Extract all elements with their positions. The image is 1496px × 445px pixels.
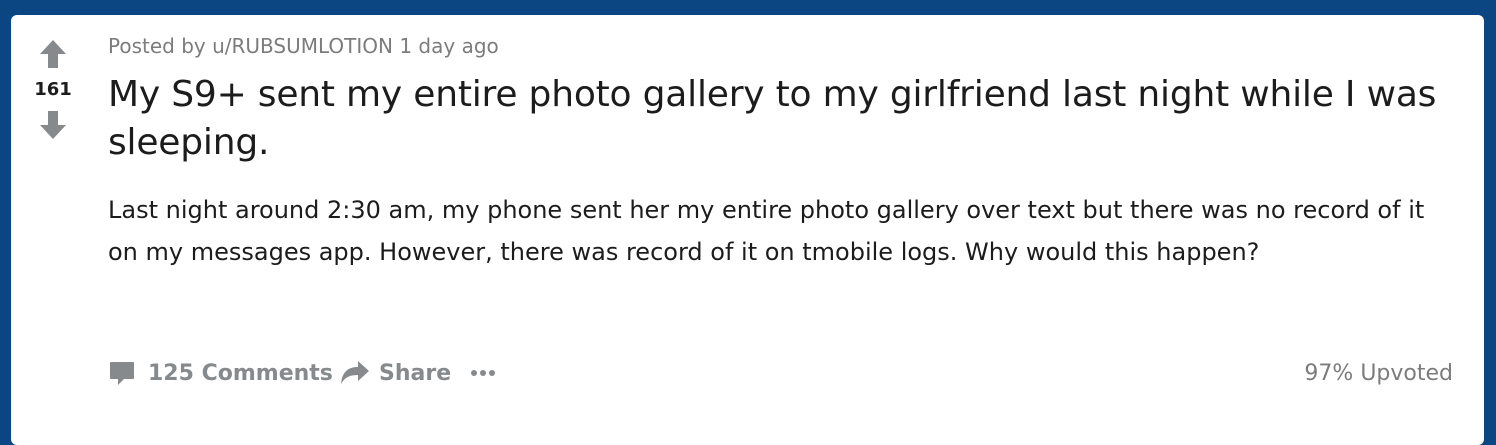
post-body: Last night around 2:30 am, my phone sent… xyxy=(108,196,1425,266)
post-actions: 125 Comments Share 97% Upvoted xyxy=(108,357,1453,389)
share-arrow-icon xyxy=(341,361,369,384)
ellipsis-icon xyxy=(471,370,495,376)
post-card: 161 Posted by u/RUBSUMLOTION 1 day ago M… xyxy=(11,15,1484,445)
share-button[interactable]: Share xyxy=(340,357,451,389)
post-content: Posted by u/RUBSUMLOTION 1 day ago My S9… xyxy=(108,33,1458,273)
upvote-arrow-icon[interactable] xyxy=(39,39,67,69)
comments-button[interactable]: 125 Comments xyxy=(108,357,333,389)
more-options-button[interactable] xyxy=(468,357,498,389)
upvoted-percentage: 97% Upvoted xyxy=(1304,360,1453,386)
vote-score: 161 xyxy=(34,79,72,100)
comments-label: 125 Comments xyxy=(148,360,333,386)
downvote-arrow-icon[interactable] xyxy=(39,110,67,140)
post-title[interactable]: My S9+ sent my entire photo gallery to m… xyxy=(108,71,1458,167)
vote-column: 161 xyxy=(31,39,75,140)
post-meta: Posted by u/RUBSUMLOTION 1 day ago xyxy=(108,34,499,58)
share-label: Share xyxy=(379,360,452,386)
comment-bubble-icon xyxy=(110,362,134,385)
